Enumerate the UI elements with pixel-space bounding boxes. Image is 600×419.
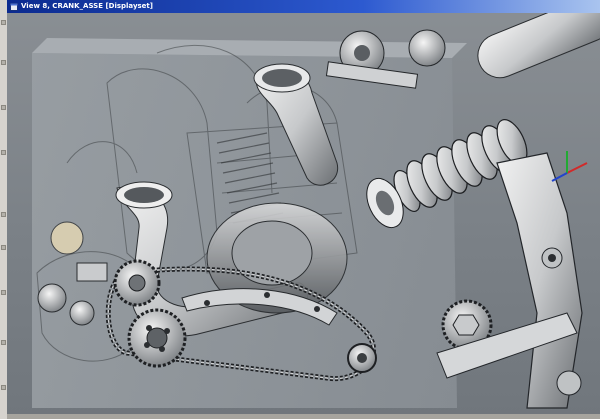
- toolbar-button[interactable]: [1, 20, 6, 25]
- intake-pipe-inner: [262, 69, 302, 87]
- toolbar-button[interactable]: [1, 212, 6, 217]
- axis-triad: [551, 151, 588, 182]
- cam-gear-left: [113, 259, 161, 307]
- toolbar-button[interactable]: [1, 340, 6, 345]
- exhaust-pipe-inner: [124, 187, 164, 203]
- footpeg-pivot: [556, 370, 582, 396]
- toolbar-button[interactable]: [1, 385, 6, 390]
- toolbar-button[interactable]: [1, 60, 6, 65]
- crank-gear: [127, 308, 187, 368]
- toolbar-button[interactable]: [1, 105, 6, 110]
- tensioner-gear: [347, 343, 377, 373]
- view-title: View 8, CRANK_ASSE [Displayset]: [21, 2, 153, 10]
- window-icon: [10, 2, 18, 11]
- rear-linkage: [496, 152, 583, 409]
- view-title-bar[interactable]: View 8, CRANK_ASSE [Displayset]: [7, 0, 600, 13]
- toolbar-button[interactable]: [1, 150, 6, 155]
- chain-guide-bolt: [204, 300, 210, 306]
- cad-render[interactable]: [7, 13, 600, 414]
- bottom-status-strip: [7, 414, 600, 419]
- 3d-viewport[interactable]: View 8, CRANK_ASSE [Displayset]: [7, 0, 600, 419]
- toolbar-button[interactable]: [1, 290, 6, 295]
- toolbar-button[interactable]: [1, 245, 6, 250]
- chain-guide-bolt: [314, 306, 320, 312]
- chain-guide-bolt: [264, 292, 270, 298]
